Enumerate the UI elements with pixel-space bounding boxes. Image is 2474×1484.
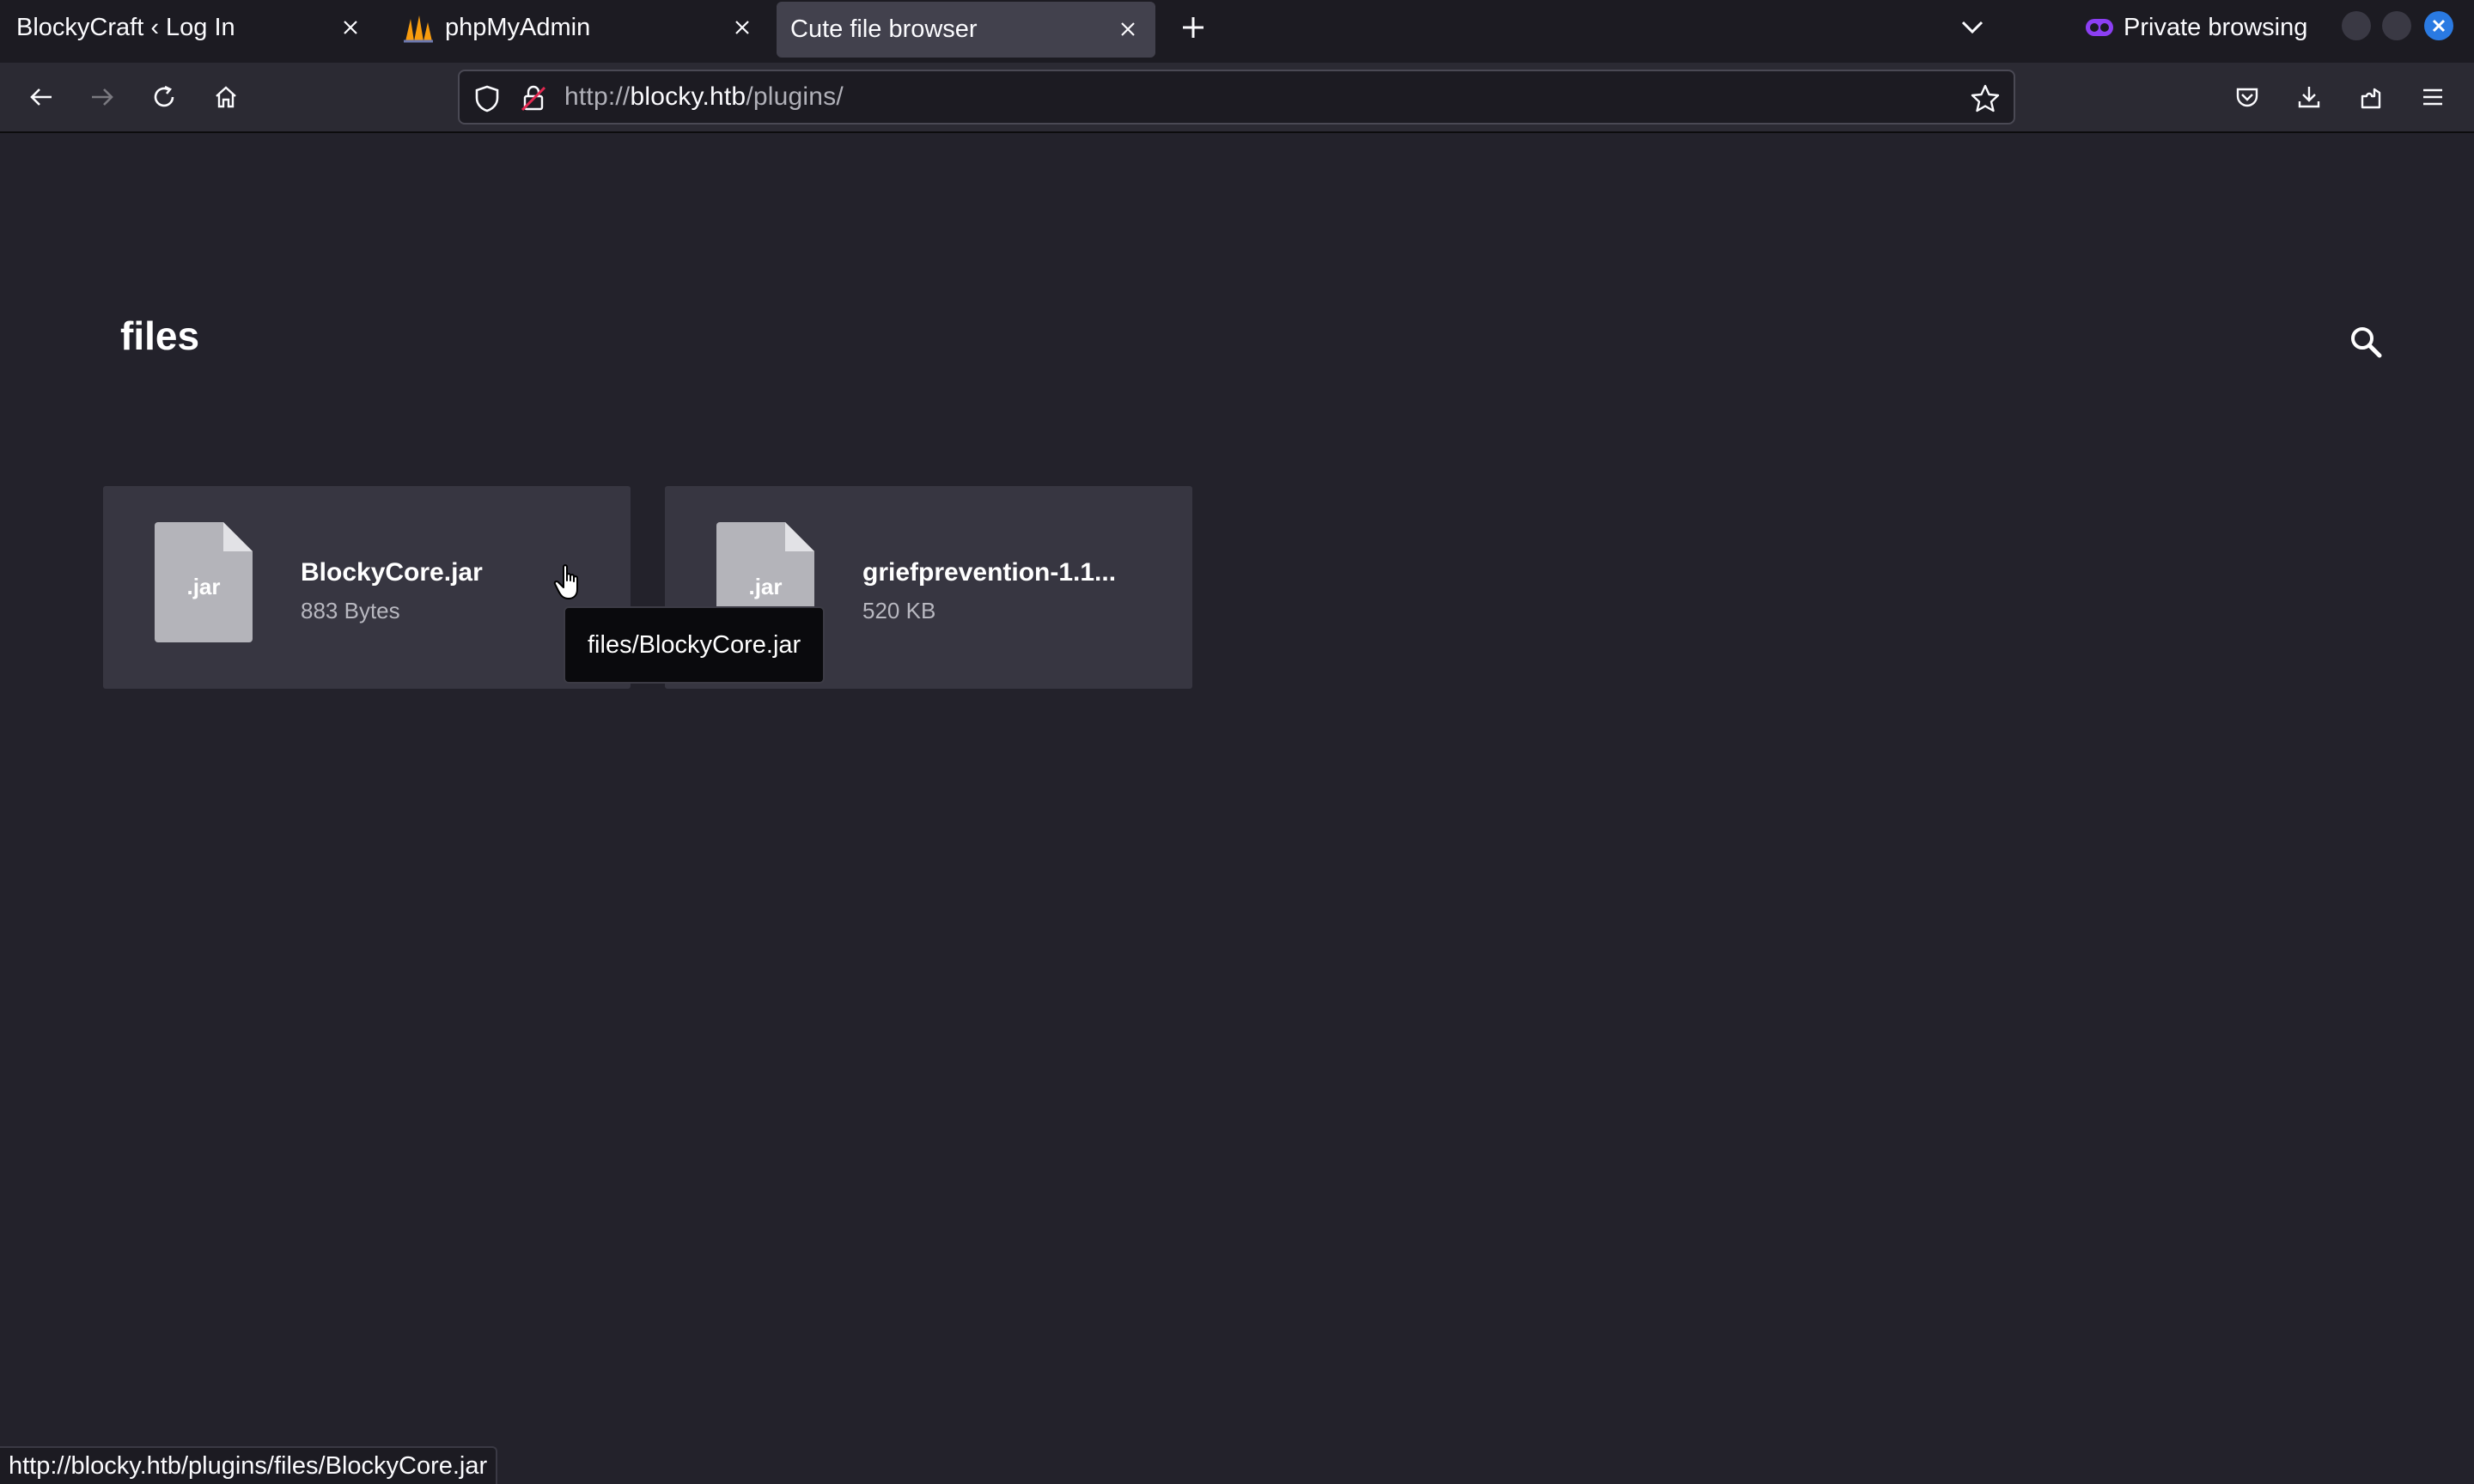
phpmyadmin-sail-icon [404,15,433,42]
file-size: 520 KB [862,598,936,623]
list-all-tabs-button[interactable] [1955,10,1990,45]
downloads-button[interactable] [2290,78,2328,116]
tab-phpmyadmin[interactable]: phpMyAdmin [388,0,770,56]
file-extension: .jar [748,574,783,599]
arrow-right-icon [92,88,113,106]
close-tab-icon[interactable] [1112,14,1143,45]
home-icon [216,86,236,108]
file-item-blockycore[interactable]: .jar BlockyCore.jar 883 Bytes [103,486,631,689]
arrow-left-icon [30,88,52,106]
download-icon [2298,87,2320,108]
minimize-button[interactable] [2342,11,2371,40]
app-menu-button[interactable] [2414,78,2452,116]
file-name: griefprevention-1.1... [862,558,1117,587]
back-button[interactable] [22,78,60,116]
tab-title: BlockyCraft ‹ Log In [16,14,235,41]
chevron-down-icon [1961,21,1983,34]
forward-button[interactable] [83,78,121,116]
tab-title: Cute file browser [790,15,978,43]
tracking-protection-shield-icon[interactable] [472,83,503,114]
reload-button[interactable] [145,78,183,116]
puzzle-icon [2361,88,2381,109]
maximize-button[interactable] [2382,11,2411,40]
file-path-tooltip: files/BlockyCore.jar [564,606,826,684]
tab-title: phpMyAdmin [445,14,591,41]
close-window-button[interactable] [2424,11,2453,40]
pocket-button[interactable] [2228,78,2266,116]
close-tab-icon[interactable] [727,12,758,43]
plus-icon [1183,17,1203,38]
navigation-toolbar: http://blocky.htb/plugins/ [0,63,2474,133]
link-status-bar: http://blocky.htb/plugins/files/BlockyCo… [0,1446,498,1484]
new-tab-button[interactable] [1176,10,1210,45]
search-icon [2351,327,2382,358]
close-tab-icon[interactable] [335,12,366,43]
url-text[interactable]: http://blocky.htb/plugins/ [564,71,844,123]
page-title[interactable]: files [120,313,199,359]
private-browsing-label: Private browsing [2124,13,2308,41]
file-name: BlockyCore.jar [301,558,483,587]
file-extension: .jar [186,574,221,599]
url-path: /plugins/ [746,82,844,111]
insecure-lock-icon[interactable] [518,83,549,114]
hamburger-menu-icon [2423,88,2442,106]
file-size: 883 Bytes [301,598,400,623]
hand-pointer-cursor-icon [553,564,578,599]
private-mask-icon [2086,19,2113,36]
bookmark-star-icon[interactable] [1969,82,2002,115]
tab-cute-file-browser[interactable]: Cute file browser [777,2,1155,58]
private-browsing-indicator: Private browsing [2086,9,2307,46]
search-button[interactable] [2343,319,2388,364]
address-bar[interactable]: http://blocky.htb/plugins/ [458,70,2015,125]
pocket-icon [2236,88,2258,107]
home-button[interactable] [207,78,245,116]
tab-strip: BlockyCraft ‹ Log In phpMyAdmin Cute fil… [0,0,2474,63]
close-icon [2432,19,2446,33]
jar-file-icon: .jar [155,522,253,642]
reload-icon [154,85,174,107]
url-host: blocky.htb [630,82,746,111]
extensions-button[interactable] [2352,78,2390,116]
url-scheme: http:// [564,82,631,111]
tab-blockycraft-login[interactable]: BlockyCraft ‹ Log In [0,0,378,56]
